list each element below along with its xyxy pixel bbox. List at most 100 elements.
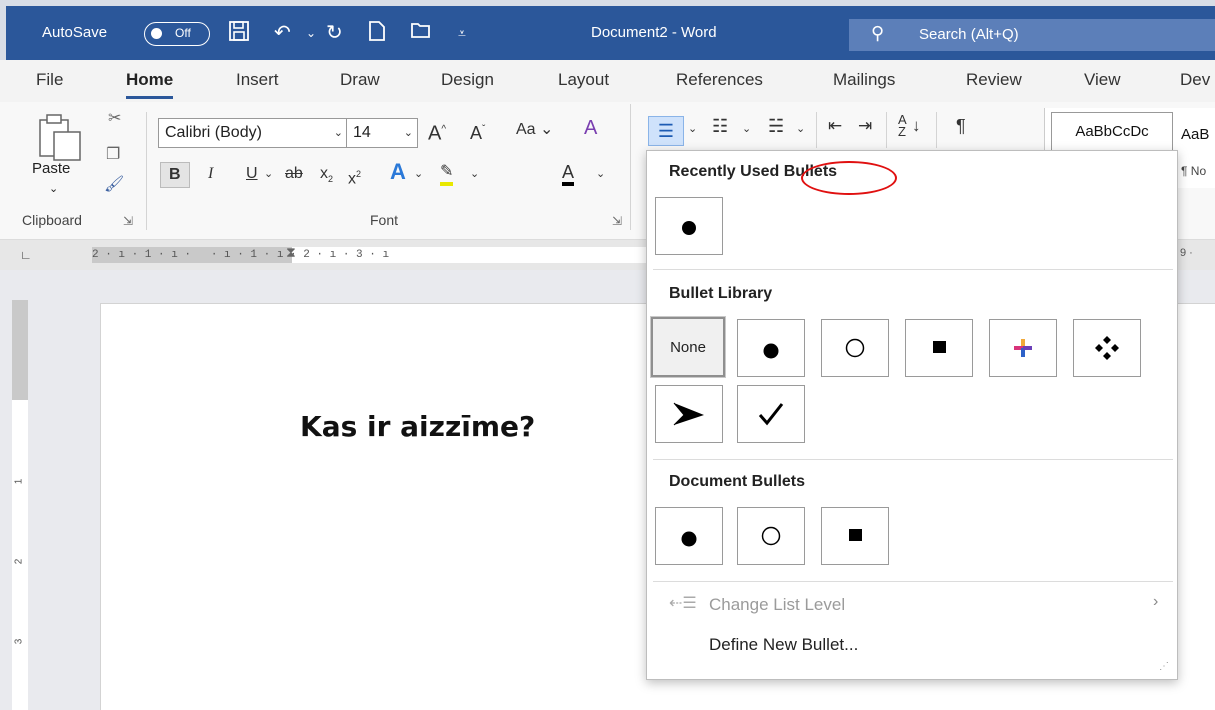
paste-button[interactable]: Paste [32, 160, 70, 177]
tab-selector-icon[interactable]: ∟ [20, 248, 34, 262]
tab-design[interactable]: Design [441, 70, 494, 90]
autosave-state: Off [175, 26, 191, 40]
change-case-label: Aa [516, 121, 536, 138]
group-divider [630, 104, 631, 230]
recent-bullet-filled-circle[interactable] [655, 197, 723, 255]
cut-icon[interactable]: ✂ [108, 108, 121, 128]
underline-icon[interactable]: U [246, 162, 258, 188]
document-bullet-filled-circle[interactable] [655, 507, 723, 565]
subscript-icon[interactable]: x2 [320, 162, 333, 188]
numbering-icon[interactable]: ☷ [712, 116, 728, 137]
tab-references[interactable]: References [676, 70, 763, 90]
multilevel-list-icon[interactable]: ☵ [768, 116, 784, 137]
font-name-combo[interactable]: Calibri (Body) ⌄ [158, 118, 348, 148]
shrink-font-icon[interactable]: Aˇ [470, 118, 485, 144]
checkmark-bullet-icon [758, 403, 784, 426]
clipboard-launcher-icon[interactable]: ⇲ [123, 214, 133, 228]
undo-icon[interactable]: ↶ [274, 20, 291, 46]
ribbon-tabs: File Home Insert Draw Design Layout Refe… [0, 60, 1215, 102]
copy-icon[interactable]: ❐ [106, 144, 120, 164]
customize-quick-access-icon[interactable]: ⩡ [458, 20, 466, 46]
toggle-knob [151, 28, 162, 39]
resize-grip-icon[interactable]: ⋰ [1159, 661, 1169, 672]
title-bar: AutoSave Off ↶ ⌄ ↻ ⩡ Document2 - Word ⚲ … [0, 0, 1215, 60]
italic-icon[interactable]: I [208, 162, 213, 188]
bullet-diamond-cluster[interactable] [1073, 319, 1141, 377]
bullet-checkmark[interactable] [737, 385, 805, 443]
font-size-value: 14 [353, 124, 371, 141]
tab-mailings[interactable]: Mailings [833, 70, 895, 90]
new-document-icon[interactable] [368, 20, 386, 49]
font-color-dropdown-icon[interactable]: ⌄ [596, 162, 605, 188]
change-list-level-item[interactable]: Change List Level [709, 595, 845, 615]
open-folder-icon[interactable] [410, 20, 432, 47]
save-icon[interactable] [228, 20, 250, 49]
search-placeholder: Search (Alt+Q) [919, 26, 1019, 43]
strikethrough-icon[interactable]: ab [285, 162, 303, 188]
bullet-filled-square[interactable] [905, 319, 973, 377]
text-effects-icon[interactable]: A [390, 160, 406, 186]
clear-formatting-icon[interactable]: A [584, 116, 597, 142]
filled-square-bullet-icon [933, 341, 946, 353]
chevron-down-icon: ⌄ [403, 127, 413, 139]
paste-dropdown-icon[interactable]: ⌄ [49, 182, 58, 195]
indent-marker-icon[interactable]: ⧗ [286, 244, 296, 261]
divider [653, 269, 1173, 270]
superscript-icon[interactable]: x2 [348, 162, 361, 188]
tab-insert[interactable]: Insert [236, 70, 279, 90]
bullet-filled-circle[interactable] [737, 319, 805, 377]
change-case-button[interactable]: Aa ⌄ [516, 118, 553, 144]
highlight-icon[interactable]: ✎ [440, 160, 454, 186]
ruler-numbers: 2 · ı · 1 · ı · · ı · 1 · ı · 2 · ı · 3 … [92, 249, 390, 261]
undo-dropdown-icon[interactable]: ⌄ [306, 20, 316, 46]
bullets-dropdown-icon[interactable]: ⌄ [688, 122, 697, 135]
tab-review[interactable]: Review [966, 70, 1022, 90]
show-formatting-marks-icon[interactable]: ¶ [956, 116, 966, 137]
multilevel-dropdown-icon[interactable]: ⌄ [796, 122, 805, 135]
tab-file[interactable]: File [36, 70, 63, 90]
bullets-button[interactable]: ☰ [648, 116, 684, 146]
vruler-number: 2 [13, 558, 25, 565]
increase-indent-icon[interactable]: ⇥ [858, 116, 872, 136]
document-heading[interactable]: Kas ir aizzīme? [300, 410, 535, 443]
document-bullet-filled-square[interactable] [821, 507, 889, 565]
underline-dropdown-icon[interactable]: ⌄ [264, 162, 273, 188]
autosave-label: AutoSave [42, 24, 108, 41]
paste-icon[interactable] [38, 112, 84, 162]
bullet-four-color-cross[interactable] [989, 319, 1057, 377]
numbering-dropdown-icon[interactable]: ⌄ [742, 122, 751, 135]
font-launcher-icon[interactable]: ⇲ [612, 214, 622, 228]
tab-home[interactable]: Home [126, 70, 174, 99]
font-color-icon[interactable]: A [562, 160, 575, 186]
highlight-dropdown-icon[interactable]: ⌄ [470, 162, 479, 188]
autosave-toggle[interactable]: Off [144, 22, 210, 46]
format-painter-icon[interactable]: 🖌 [104, 174, 124, 194]
bullet-arrowhead[interactable] [655, 385, 723, 443]
tab-draw[interactable]: Draw [340, 70, 380, 90]
search-icon: ⚲ [871, 23, 885, 43]
tab-view[interactable]: View [1084, 70, 1121, 90]
hollow-circle-bullet-icon [761, 526, 781, 546]
bullet-library-title: Bullet Library [669, 285, 773, 302]
document-bullet-hollow-circle[interactable] [737, 507, 805, 565]
tab-layout[interactable]: Layout [558, 70, 609, 90]
font-size-combo[interactable]: 14 ⌄ [346, 118, 418, 148]
style-no-spacing-preview[interactable]: AaB [1181, 126, 1209, 143]
ruler-margin-shade [12, 300, 28, 400]
decrease-indent-icon[interactable]: ⇤ [828, 116, 842, 136]
sort-icon[interactable]: AZ [898, 113, 907, 138]
bullet-hollow-circle[interactable] [821, 319, 889, 377]
chevron-down-icon: ⌄ [333, 127, 343, 139]
text-effects-dropdown-icon[interactable]: ⌄ [414, 162, 423, 188]
ruler-track[interactable]: 2 · ı · 1 · ı · · ı · 1 · ı · 2 · ı · 3 … [92, 247, 652, 263]
define-new-bullet-item[interactable]: Define New Bullet... [709, 635, 858, 655]
bold-icon[interactable]: B [160, 162, 190, 188]
redo-icon[interactable]: ↻ [326, 20, 343, 46]
multicolor-cross-bullet-icon [1014, 339, 1032, 357]
grow-font-icon[interactable]: A^ [428, 118, 446, 145]
tab-developer[interactable]: Dev [1180, 70, 1210, 90]
filled-circle-bullet-icon [681, 531, 697, 547]
style-normal-preview[interactable]: AaBbCcDc [1051, 112, 1173, 152]
search-box[interactable]: ⚲ Search (Alt+Q) [849, 19, 1215, 51]
bullet-none[interactable]: None [650, 316, 726, 378]
